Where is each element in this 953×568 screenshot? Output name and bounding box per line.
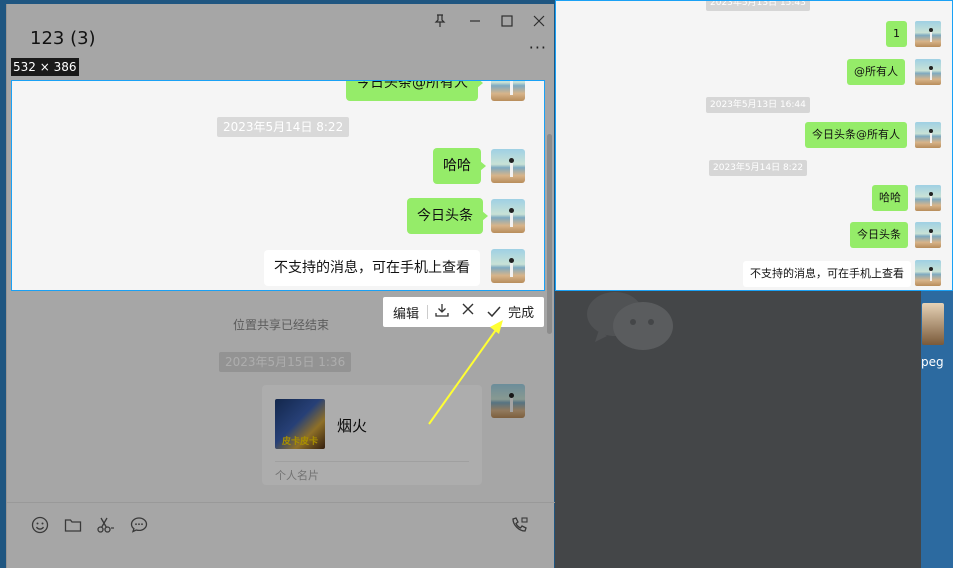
preview-timestamp: 2023年5月13日 16:44 <box>706 97 810 113</box>
message-bubble[interactable]: 不支持的消息，可在手机上查看 <box>264 250 480 286</box>
message-bubble[interactable]: 哈哈 <box>433 148 486 184</box>
desktop-file-label[interactable]: peg <box>921 355 944 369</box>
preview-message: 1 <box>886 21 907 47</box>
selection-size-label: 532 × 386 <box>11 58 79 76</box>
toolbar-divider <box>427 305 428 319</box>
wechat-logo-icon <box>585 290 677 356</box>
screenshot-selection[interactable]: 今日头条@所有人 2023年5月14日 8:22 哈哈 今日头条 不支持的消息，… <box>11 80 545 291</box>
download-icon[interactable] <box>433 302 451 322</box>
message-bubble[interactable]: 今日头条 <box>407 198 488 234</box>
avatar[interactable] <box>491 199 525 233</box>
preview-avatar <box>915 59 941 85</box>
preview-message: 不支持的消息，可在手机上查看 <box>743 261 911 287</box>
preview-message: @所有人 <box>847 59 905 85</box>
preview-message: 哈哈 <box>872 185 908 211</box>
preview-message: 今日头条@所有人 <box>805 122 907 148</box>
avatar[interactable] <box>491 149 525 183</box>
message-bubble[interactable]: 今日头条@所有人 <box>346 81 483 101</box>
edit-button[interactable]: 编辑 <box>393 303 419 322</box>
preview-avatar <box>915 222 941 248</box>
done-button[interactable]: 完成 <box>487 302 534 321</box>
screenshot-toolbar: 编辑 完成 <box>383 297 544 327</box>
done-label: 完成 <box>508 306 535 321</box>
preview-timestamp: 2023年5月14日 8:22 <box>709 160 808 176</box>
preview-avatar <box>915 21 941 47</box>
preview-avatar <box>915 122 941 148</box>
cancel-icon[interactable] <box>459 301 477 321</box>
avatar[interactable] <box>491 249 525 283</box>
preview-avatar <box>915 260 941 286</box>
desktop-file-icon[interactable] <box>922 303 944 345</box>
timestamp-chip: 2023年5月14日 8:22 <box>217 117 350 137</box>
preview-message: 今日头条 <box>850 222 908 248</box>
avatar[interactable] <box>491 81 525 101</box>
preview-avatar <box>915 185 941 211</box>
check-icon <box>487 306 505 321</box>
preview-timestamp: 2023年5月13日 15:43 <box>706 1 810 11</box>
screenshot-preview: 2023年5月13日 15:43 1 @所有人 2023年5月13日 16:44… <box>555 0 953 291</box>
